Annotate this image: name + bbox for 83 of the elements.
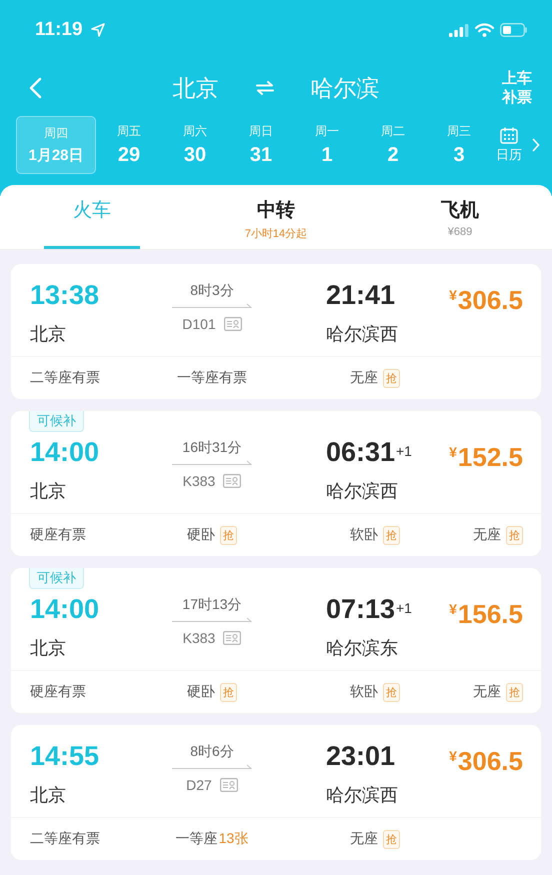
- trip-duration: 8时3分: [190, 282, 234, 300]
- departure-time: 14:55: [30, 740, 100, 773]
- arrival-station: 哈尔滨西: [326, 784, 399, 807]
- seat-availability: 硬卧: [187, 683, 215, 701]
- ticket-price: $^{¥}$306.5: [449, 285, 523, 315]
- departure-station: 北京: [30, 323, 67, 346]
- trip-duration: 16时31分: [182, 439, 242, 457]
- arrival-time: 06:31: [326, 436, 396, 469]
- ticket-id-icon: [223, 631, 242, 645]
- date-tab[interactable]: 周三 3: [426, 116, 492, 174]
- departure-time: 14:00: [30, 593, 100, 626]
- arrival-time: 23:01: [326, 740, 396, 773]
- seat-availability: 无座: [350, 369, 378, 387]
- departure-city[interactable]: 北京: [172, 72, 218, 104]
- battery-icon: [500, 23, 528, 37]
- departure-time: 14:00: [30, 436, 100, 469]
- next-day-mark: +1: [396, 600, 412, 616]
- grab-ticket-badge[interactable]: 抢: [220, 526, 237, 544]
- seat-availability: 一等座13张: [176, 830, 248, 848]
- arrival-city[interactable]: 哈尔滨: [310, 72, 380, 104]
- seat-availability: 二等座有票: [30, 830, 100, 848]
- status-time: 11:19: [35, 19, 83, 41]
- departure-station: 北京: [30, 637, 67, 660]
- mode-tab[interactable]: 火车: [44, 185, 140, 249]
- mode-tab[interactable]: 中转 7小时14分起: [184, 185, 368, 249]
- date-tab[interactable]: 周四 1月28日: [16, 116, 96, 174]
- waitlist-tag: 可候补: [29, 568, 84, 589]
- seat-availability: 硬座有票: [30, 526, 86, 544]
- seat-availability: 硬座有票: [30, 683, 86, 701]
- date-tab[interactable]: 周日 31: [228, 116, 294, 174]
- grab-ticket-badge[interactable]: 抢: [220, 682, 237, 702]
- arrival-station: 哈尔滨西: [326, 480, 399, 503]
- ticket-id-icon: [224, 317, 242, 331]
- calendar-icon: [500, 126, 518, 144]
- chevron-right-icon[interactable]: [532, 138, 540, 152]
- calendar-button[interactable]: 日历: [492, 126, 526, 164]
- back-icon[interactable]: [28, 77, 42, 99]
- ticket-price: $^{¥}$306.5: [449, 746, 523, 776]
- train-number: K383: [182, 473, 216, 489]
- seat-availability: 二等座有票: [30, 369, 100, 387]
- seat-availability: 软卧: [350, 526, 378, 544]
- ticket-price: $^{¥}$156.5: [449, 599, 523, 629]
- waitlist-tag: 可候补: [29, 411, 84, 432]
- grab-ticket-badge[interactable]: 抢: [383, 830, 400, 848]
- grab-ticket-badge[interactable]: 抢: [506, 526, 523, 544]
- arrival-station: 哈尔滨东: [326, 637, 399, 660]
- seat-availability: 硬卧: [187, 526, 215, 544]
- location-arrow-icon: [90, 23, 105, 37]
- arrival-time: 07:13: [326, 593, 396, 626]
- seat-availability: 无座: [350, 830, 378, 848]
- grab-ticket-badge[interactable]: 抢: [506, 682, 523, 702]
- seat-availability: 无座: [473, 683, 501, 701]
- date-tab[interactable]: 周五 29: [96, 116, 162, 174]
- departure-time: 13:38: [30, 279, 100, 312]
- train-card[interactable]: 13:38 北京 8时3分 D101 21:41 哈尔滨西 $^{¥}$306.5 二等座有票 一等座有票 无座 抢: [11, 264, 541, 399]
- departure-station: 北京: [30, 480, 67, 503]
- date-tab[interactable]: 周六 30: [162, 116, 228, 174]
- grab-ticket-badge[interactable]: 抢: [383, 368, 400, 388]
- ticket-price: $^{¥}$152.5: [449, 442, 523, 472]
- train-card[interactable]: 14:55 北京 8时6分 D27 23:01 哈尔滨西 $^{¥}$306.5 二等座有票 一等座13张 无座 抢: [11, 725, 541, 860]
- departure-station: 北京: [30, 784, 67, 807]
- mode-tab[interactable]: 飞机 ¥689: [368, 185, 552, 249]
- trip-duration: 17时13分: [182, 596, 242, 614]
- ticket-id-icon: [223, 474, 242, 488]
- grab-ticket-badge[interactable]: 抢: [383, 682, 400, 702]
- arrival-station: 哈尔滨西: [326, 323, 399, 346]
- seat-availability: 无座: [473, 526, 501, 544]
- next-day-mark: +1: [396, 443, 412, 459]
- ticket-id-icon: [220, 778, 238, 792]
- seat-availability: 软卧: [350, 683, 378, 701]
- train-number: D101: [182, 316, 216, 332]
- arrival-time: 21:41: [326, 279, 396, 312]
- swap-icon[interactable]: [254, 81, 274, 95]
- train-number: K383: [182, 630, 216, 646]
- date-tab[interactable]: 周二 2: [360, 116, 426, 174]
- seat-availability: 一等座有票: [177, 369, 247, 387]
- date-tab[interactable]: 周一 1: [294, 116, 360, 174]
- boarding-ticket-button[interactable]: 上车 补票: [502, 69, 532, 107]
- grab-ticket-badge[interactable]: 抢: [383, 526, 400, 544]
- wifi-icon: [475, 23, 494, 37]
- signal-icon: [449, 24, 469, 36]
- trip-duration: 8时6分: [190, 743, 234, 761]
- train-number: D27: [186, 777, 212, 793]
